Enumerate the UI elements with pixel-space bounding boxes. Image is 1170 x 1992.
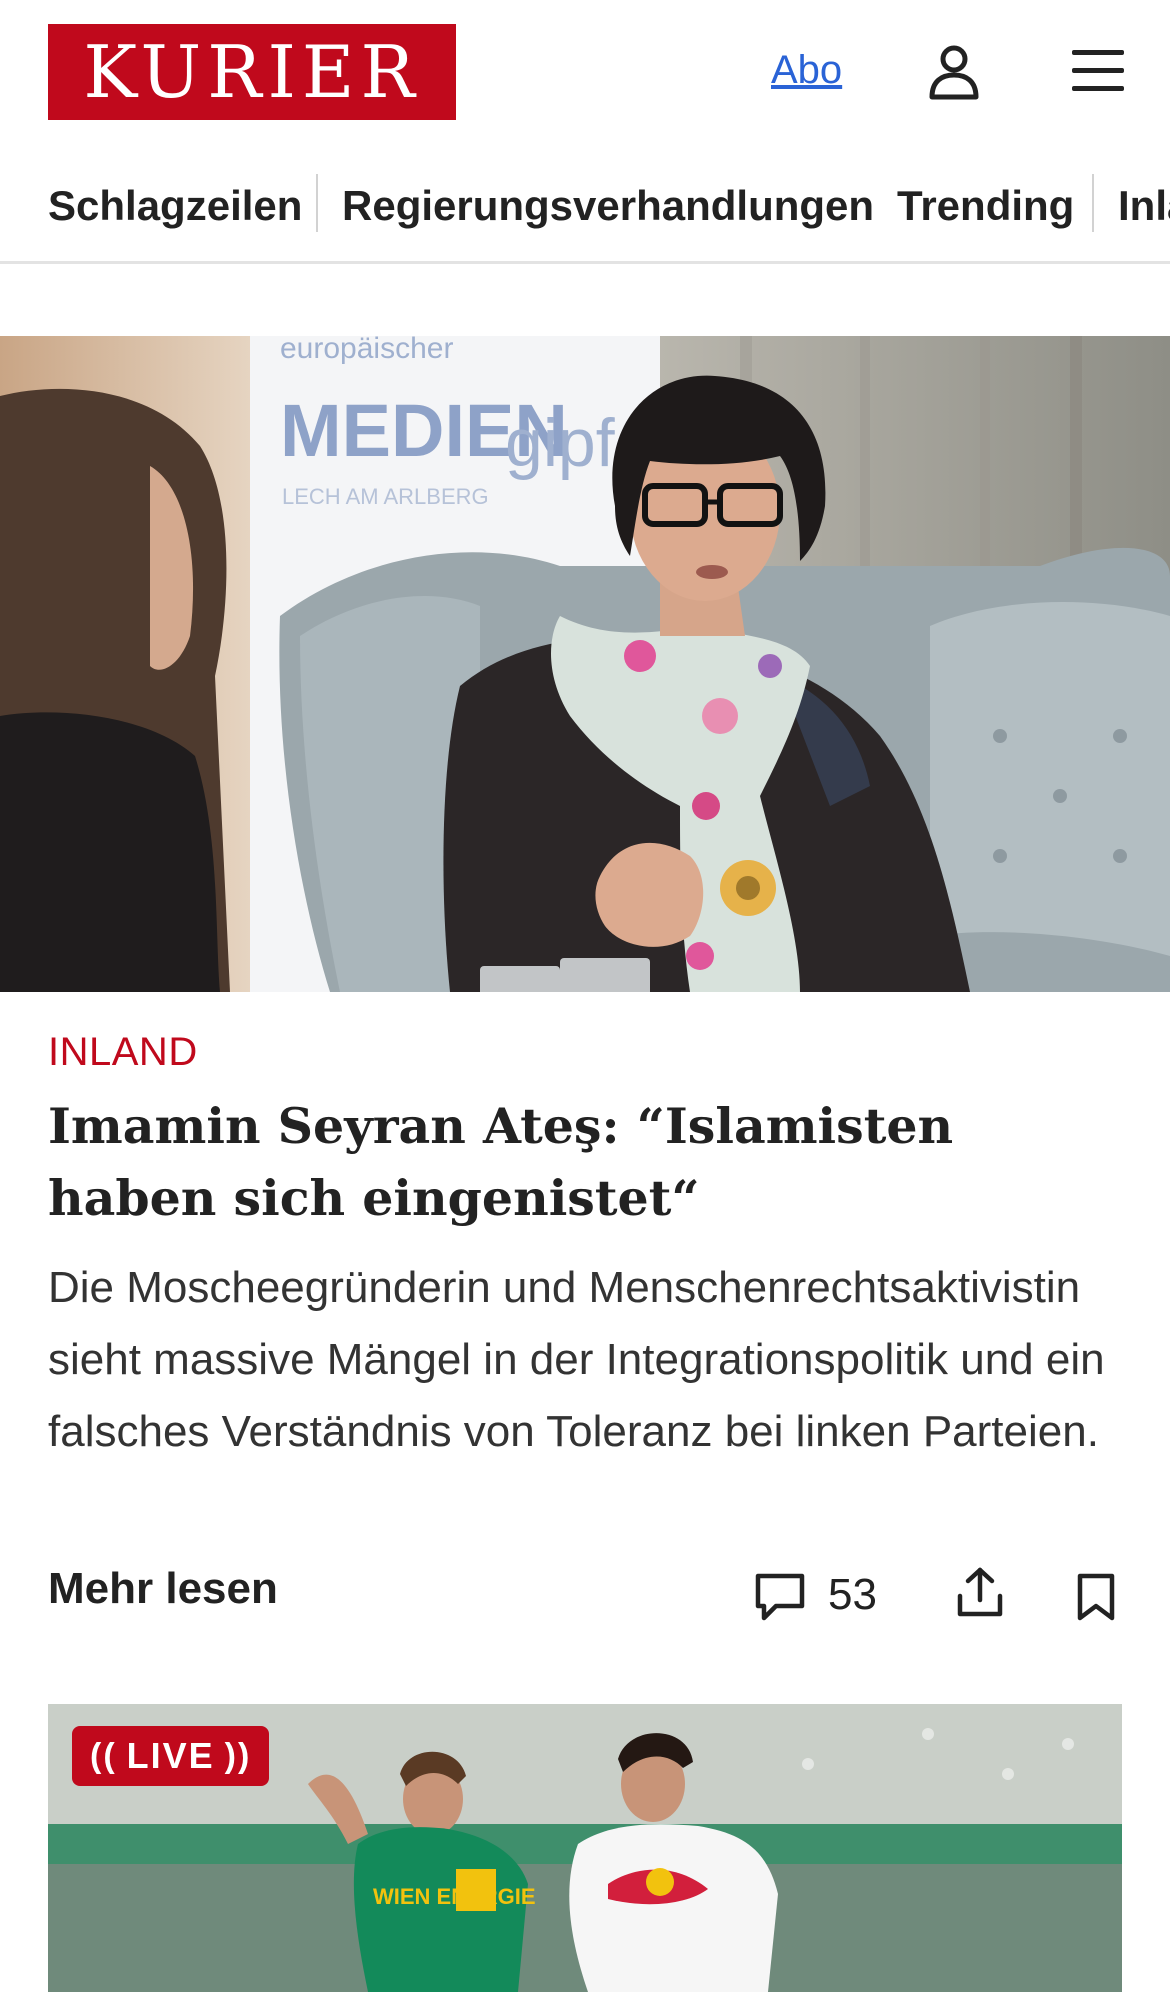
site-header: KURIER Abo <box>0 0 1170 150</box>
live-signal-icon: )) <box>224 1736 252 1775</box>
article-headline[interactable]: Imamin Seyran Ateş: “Islamisten haben si… <box>48 1090 1128 1234</box>
backdrop-text-lech: LECH AM ARLBERG <box>282 484 489 509</box>
bookmark-icon[interactable] <box>1076 1572 1116 1622</box>
nav-item-regierungsverhandlungen[interactable]: Regierungsverhandlungen <box>342 182 874 230</box>
comment-count[interactable]: 53 <box>828 1570 877 1620</box>
article-teaser: Die Moscheegründerin und Menschenrechtsa… <box>48 1263 1105 1456</box>
share-icon[interactable] <box>956 1566 1004 1618</box>
nav-item-schlagzeilen[interactable]: Schlagzeilen <box>48 182 302 230</box>
backdrop-text: europäischer <box>280 336 453 365</box>
nav-divider <box>1092 174 1094 232</box>
jersey-text: WIEN ENERGIE <box>373 1884 536 1909</box>
hamburger-menu-icon[interactable] <box>1070 46 1126 96</box>
live-badge: (( LIVE )) <box>72 1726 270 1786</box>
live-article-card[interactable]: WIEN ENERGIE (( LIVE )) <box>48 1704 1122 1992</box>
article-section-label[interactable]: INLAND <box>48 1030 198 1075</box>
hero-photo: europäischer MEDIEN gipfel LECH AM ARLBE… <box>0 336 1170 992</box>
abo-link[interactable]: Abo <box>771 48 842 93</box>
live-signal-icon: (( <box>90 1736 117 1775</box>
nav-divider <box>316 174 318 232</box>
category-nav: Schlagzeilen Regierungsverhandlungen Tre… <box>0 164 1170 264</box>
article-hero-image[interactable]: europäischer MEDIEN gipfel LECH AM ARLBE… <box>0 336 1170 992</box>
live-badge-label: LIVE <box>126 1735 215 1776</box>
user-icon[interactable] <box>928 44 980 100</box>
kurier-logo[interactable]: KURIER <box>48 24 456 120</box>
nav-item-inland[interactable]: Inland <box>1118 182 1170 230</box>
read-more-link[interactable]: Mehr lesen <box>48 1564 278 1614</box>
nav-item-trending[interactable]: Trending <box>897 182 1074 230</box>
comment-icon[interactable] <box>754 1572 806 1622</box>
logo-text: KURIER <box>83 30 421 114</box>
